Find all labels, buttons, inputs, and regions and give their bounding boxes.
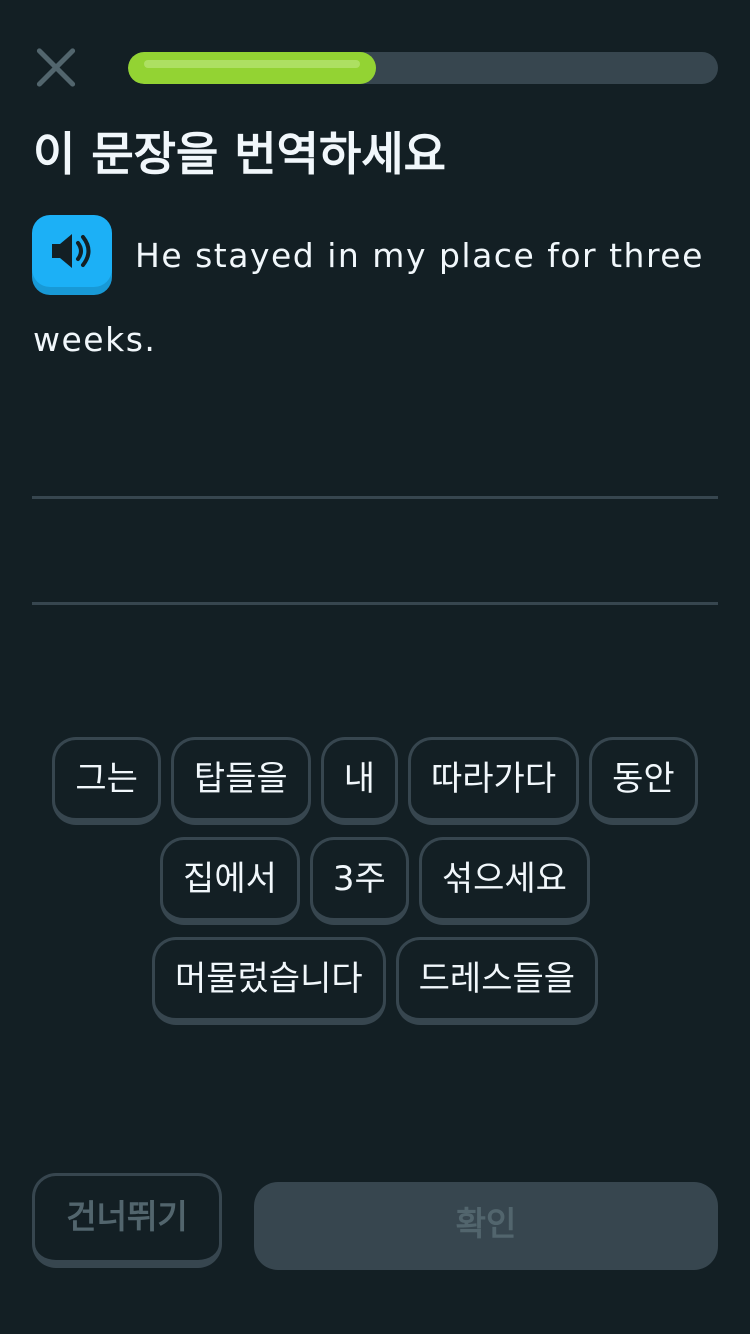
page-title: 이 문장을 번역하세요 [33, 127, 446, 181]
close-icon[interactable] [28, 40, 84, 96]
prompt-sentence-line-1: He stayed in my place for three [135, 236, 704, 275]
progress-bar [128, 52, 718, 84]
speaker-icon [52, 234, 91, 268]
word-bank: 그는 탑들을 내 따라가다 동안 집에서 3주 섞으세요 머물렀습니다 드레스들… [0, 737, 750, 1037]
progress-fill [128, 52, 376, 84]
play-audio-button[interactable] [32, 215, 112, 287]
word-chip[interactable]: 탑들을 [170, 737, 311, 825]
word-chip[interactable]: 그는 [52, 737, 161, 825]
word-bank-row-2: 집에서 3주 섞으세요 [0, 837, 750, 925]
word-chip[interactable]: 내 [320, 737, 398, 825]
skip-button[interactable]: 건너뛰기 [32, 1173, 222, 1268]
prompt-sentence-line-2: weeks. [33, 320, 157, 359]
answer-line-2 [32, 602, 718, 605]
word-chip[interactable]: 집에서 [160, 837, 300, 925]
progress-shine [144, 60, 360, 68]
word-chip[interactable]: 머물렀습니다 [151, 937, 386, 1025]
word-chip[interactable]: 동안 [589, 737, 698, 825]
answer-line-1 [32, 496, 718, 499]
word-bank-row-3: 머물렀습니다 드레스들을 [0, 937, 750, 1025]
lesson-screen: 이 문장을 번역하세요 He stayed in my place for th… [0, 0, 750, 1334]
word-bank-row-1: 그는 탑들을 내 따라가다 동안 [0, 737, 750, 825]
word-chip[interactable]: 3주 [309, 837, 409, 925]
word-chip[interactable]: 섞으세요 [418, 837, 590, 925]
check-button[interactable]: 확인 [254, 1182, 718, 1270]
word-chip[interactable]: 따라가다 [408, 737, 580, 825]
word-chip[interactable]: 드레스들을 [395, 937, 599, 1025]
